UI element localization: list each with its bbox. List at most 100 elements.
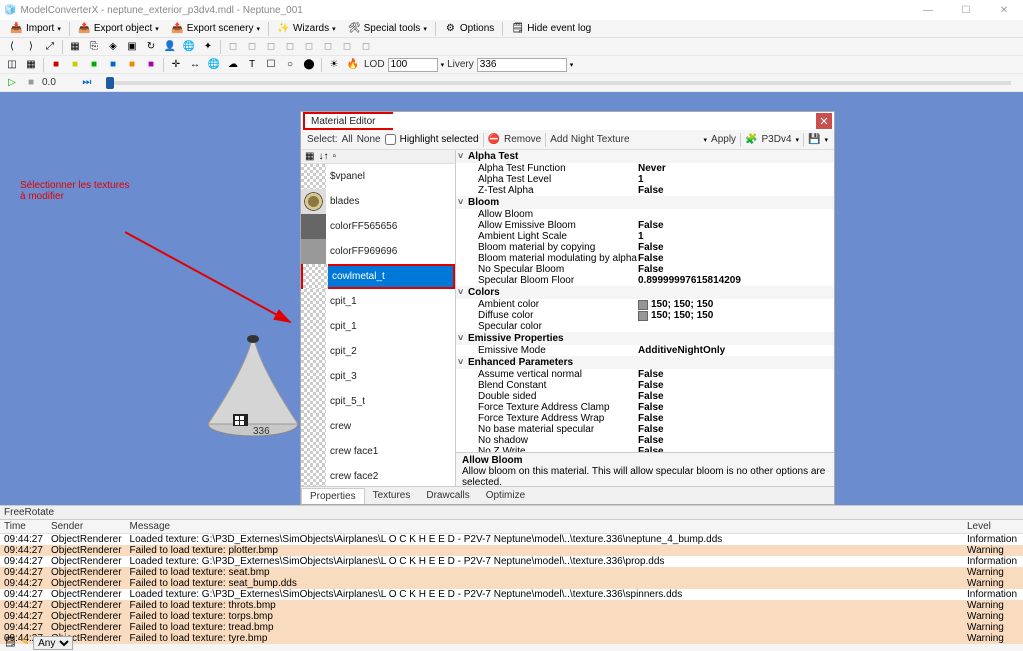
property-value[interactable]: False: [638, 264, 834, 275]
menu-options[interactable]: ⚙Options: [438, 20, 500, 37]
select-none-button[interactable]: None: [357, 134, 381, 145]
arrow-icon[interactable]: ↔: [187, 57, 203, 73]
property-value[interactable]: False: [638, 185, 834, 196]
property-row[interactable]: Allow Emissive BloomFalse: [456, 220, 834, 231]
property-category[interactable]: Alpha Test: [456, 150, 834, 163]
property-row[interactable]: Ambient Light Scale1: [456, 231, 834, 242]
property-row[interactable]: Specular Bloom Floor0.89999997615814209: [456, 275, 834, 286]
property-value[interactable]: False: [638, 220, 834, 231]
log-header-sender[interactable]: Sender: [47, 520, 126, 534]
circle-icon[interactable]: ○: [282, 57, 298, 73]
grid2-icon[interactable]: ▦: [23, 57, 39, 73]
person-icon[interactable]: 👤: [162, 39, 178, 55]
tool-h-icon[interactable]: ◻: [358, 39, 374, 55]
fx-icon[interactable]: ✦: [200, 39, 216, 55]
property-row[interactable]: Blend ConstantFalse: [456, 380, 834, 391]
property-value[interactable]: False: [638, 413, 834, 424]
globe-icon[interactable]: 🌐: [181, 39, 197, 55]
property-row[interactable]: Alpha Test Level1: [456, 174, 834, 185]
material-row-cowlmetal_t[interactable]: cowlmetal_t: [301, 264, 455, 289]
filter-dropdown[interactable]: Any: [33, 636, 73, 650]
bulb-icon[interactable]: 🔥: [345, 57, 361, 73]
property-grid[interactable]: Alpha TestAlpha Test FunctionNeverAlpha …: [456, 150, 834, 452]
menu-wizards[interactable]: ✨Wizards▾: [271, 20, 342, 37]
log-row[interactable]: 09:44:27ObjectRendererLoaded texture: G:…: [0, 589, 1023, 600]
menu-export-scenery[interactable]: 📤Export scenery▾: [165, 20, 266, 37]
red-icon[interactable]: ■: [48, 57, 64, 73]
material-row-blades[interactable]: blades: [301, 189, 455, 214]
menu-special-tools[interactable]: 🛠Special tools▾: [342, 20, 433, 37]
property-row[interactable]: Force Texture Address WrapFalse: [456, 413, 834, 424]
rotate-icon[interactable]: ↻: [143, 39, 159, 55]
property-row[interactable]: Double sidedFalse: [456, 391, 834, 402]
grid-icon[interactable]: ▦: [67, 39, 83, 55]
list-expand-icon[interactable]: ▦: [305, 151, 314, 162]
tool-f-icon[interactable]: ◻: [320, 39, 336, 55]
property-row[interactable]: Bloom material modulating by alphaFalse: [456, 253, 834, 264]
event-log-table[interactable]: Time Sender Message Level 09:44:27Object…: [0, 520, 1023, 644]
purple-icon[interactable]: ■: [143, 57, 159, 73]
material-row-cpit_2[interactable]: cpit_2: [301, 339, 455, 364]
tool-c-icon[interactable]: ◻: [263, 39, 279, 55]
home-icon[interactable]: ⤢: [42, 39, 58, 55]
log-row[interactable]: 09:44:27ObjectRendererFailed to load tex…: [0, 600, 1023, 611]
sun-icon[interactable]: ☀: [326, 57, 342, 73]
property-row[interactable]: No base material specularFalse: [456, 424, 834, 435]
property-category[interactable]: Emissive Properties: [456, 332, 834, 345]
stop-icon[interactable]: ■: [23, 75, 39, 91]
property-row[interactable]: Bloom material by copyingFalse: [456, 242, 834, 253]
property-value[interactable]: AdditiveNightOnly: [638, 345, 834, 356]
property-value[interactable]: False: [638, 402, 834, 413]
minimize-button[interactable]: —: [913, 5, 943, 16]
tool-e-icon[interactable]: ◻: [301, 39, 317, 55]
log-row[interactable]: 09:44:27ObjectRendererFailed to load tex…: [0, 633, 1023, 644]
list-sort-icon[interactable]: ↓↑: [318, 151, 328, 162]
property-value[interactable]: [638, 321, 834, 332]
property-row[interactable]: No Specular BloomFalse: [456, 264, 834, 275]
close-button[interactable]: ✕: [989, 5, 1019, 16]
property-category[interactable]: Colors: [456, 286, 834, 299]
log-header-message[interactable]: Message: [126, 520, 963, 534]
property-value[interactable]: False: [638, 380, 834, 391]
tool-a-icon[interactable]: ◻: [225, 39, 241, 55]
property-row[interactable]: Force Texture Address ClampFalse: [456, 402, 834, 413]
pencil-icon[interactable]: ✎: [21, 637, 29, 648]
tab-properties[interactable]: Properties: [301, 488, 365, 504]
property-value[interactable]: 1: [638, 231, 834, 242]
property-category[interactable]: Enhanced Parameters: [456, 356, 834, 369]
tab-optimize[interactable]: Optimize: [478, 488, 533, 503]
material-editor-close-button[interactable]: ✕: [816, 113, 832, 129]
wireframe-icon[interactable]: ◫: [4, 57, 20, 73]
material-list[interactable]: ▦↓↑▫ $vpanelbladescolorFF565656colorFF96…: [301, 150, 456, 486]
log-row[interactable]: 09:44:27ObjectRendererFailed to load tex…: [0, 622, 1023, 633]
cloud-icon[interactable]: ☁: [225, 57, 241, 73]
log-row[interactable]: 09:44:27ObjectRendererFailed to load tex…: [0, 578, 1023, 589]
filter-icon[interactable]: 🗒: [4, 637, 17, 648]
material-row-$vpanel[interactable]: $vpanel: [301, 164, 455, 189]
property-row[interactable]: Ambient color150; 150; 150: [456, 299, 834, 310]
log-header-time[interactable]: Time: [0, 520, 47, 534]
blue-icon[interactable]: ■: [105, 57, 121, 73]
property-value[interactable]: [638, 209, 834, 220]
material-row-crew[interactable]: crew: [301, 414, 455, 439]
property-value[interactable]: False: [638, 391, 834, 402]
maximize-button[interactable]: ☐: [951, 5, 981, 16]
property-category[interactable]: Bloom: [456, 196, 834, 209]
add-night-texture-button[interactable]: Add Night Texture: [550, 134, 629, 145]
highlight-selected-checkbox[interactable]: [385, 134, 396, 145]
version-dropdown[interactable]: P3Dv4: [762, 134, 792, 145]
log-row[interactable]: 09:44:27ObjectRendererFailed to load tex…: [0, 545, 1023, 556]
viewport-3d[interactable]: Sélectionner les textures à modifier 336…: [0, 92, 1023, 505]
yellow-icon[interactable]: ■: [67, 57, 83, 73]
property-row[interactable]: Z-Test AlphaFalse: [456, 185, 834, 196]
log-row[interactable]: 09:44:27ObjectRendererFailed to load tex…: [0, 567, 1023, 578]
material-row-cpit_1[interactable]: cpit_1: [301, 314, 455, 339]
property-row[interactable]: Specular color: [456, 321, 834, 332]
orange-icon[interactable]: ■: [124, 57, 140, 73]
text-icon[interactable]: T: [244, 57, 260, 73]
apply-button[interactable]: Apply: [711, 134, 736, 145]
box-icon[interactable]: ☐: [263, 57, 279, 73]
remove-button[interactable]: Remove: [504, 134, 541, 145]
property-row[interactable]: No shadowFalse: [456, 435, 834, 446]
list-hdr-icon[interactable]: ▫: [332, 151, 336, 162]
